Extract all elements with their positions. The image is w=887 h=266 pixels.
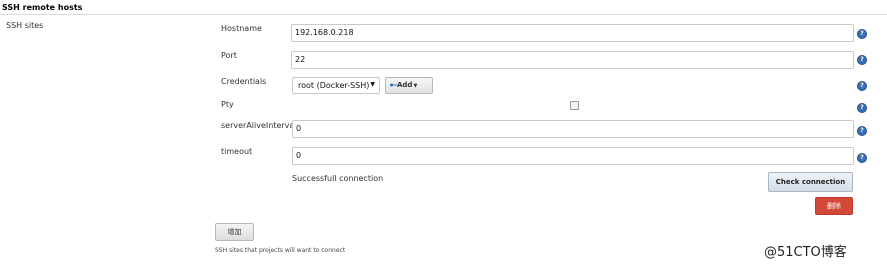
hostname-label: Hostname	[221, 24, 262, 33]
timeout-input[interactable]: 0	[292, 147, 854, 165]
hostname-input[interactable]: 192.168.0.218	[291, 24, 854, 42]
add-credentials-button[interactable]: Add▼	[385, 77, 433, 94]
help-icon[interactable]: ?	[857, 81, 867, 91]
help-icon[interactable]: ?	[857, 103, 867, 113]
delete-button[interactable]: 删除	[815, 197, 853, 215]
watermark: @51CTO博客	[764, 245, 847, 260]
add-site-button[interactable]: 增加	[215, 223, 254, 241]
section-title: SSH remote hosts	[2, 3, 83, 12]
timeout-label: timeout	[221, 147, 253, 156]
credentials-label: Credentials	[221, 77, 267, 86]
credentials-selected-value: root (Docker-SSH)	[298, 81, 370, 90]
ssh-sites-label: SSH sites	[6, 21, 44, 30]
chevron-down-icon: ▼	[413, 83, 418, 89]
credentials-select[interactable]: root (Docker-SSH) ▼	[292, 77, 380, 94]
help-icon[interactable]: ?	[857, 29, 867, 39]
section-header: SSH remote hosts	[0, 0, 887, 15]
key-icon	[390, 83, 397, 87]
server-alive-interval-label: serverAliveInterval	[221, 121, 297, 130]
ssh-sites-description: SSH sites that projects will want to con…	[215, 247, 346, 254]
add-button-label: Add	[397, 81, 413, 89]
help-icon[interactable]: ?	[857, 126, 867, 136]
port-label: Port	[221, 51, 237, 60]
help-icon[interactable]: ?	[857, 55, 867, 65]
chevron-down-icon: ▼	[370, 81, 375, 88]
server-alive-interval-input[interactable]: 0	[292, 120, 854, 138]
check-connection-button[interactable]: Check connection	[768, 172, 853, 192]
help-icon[interactable]: ?	[857, 153, 867, 163]
connection-status: Successfull connection	[292, 174, 384, 183]
port-input[interactable]: 22	[291, 51, 854, 69]
pty-label: Pty	[221, 100, 234, 109]
pty-checkbox[interactable]	[570, 101, 579, 110]
